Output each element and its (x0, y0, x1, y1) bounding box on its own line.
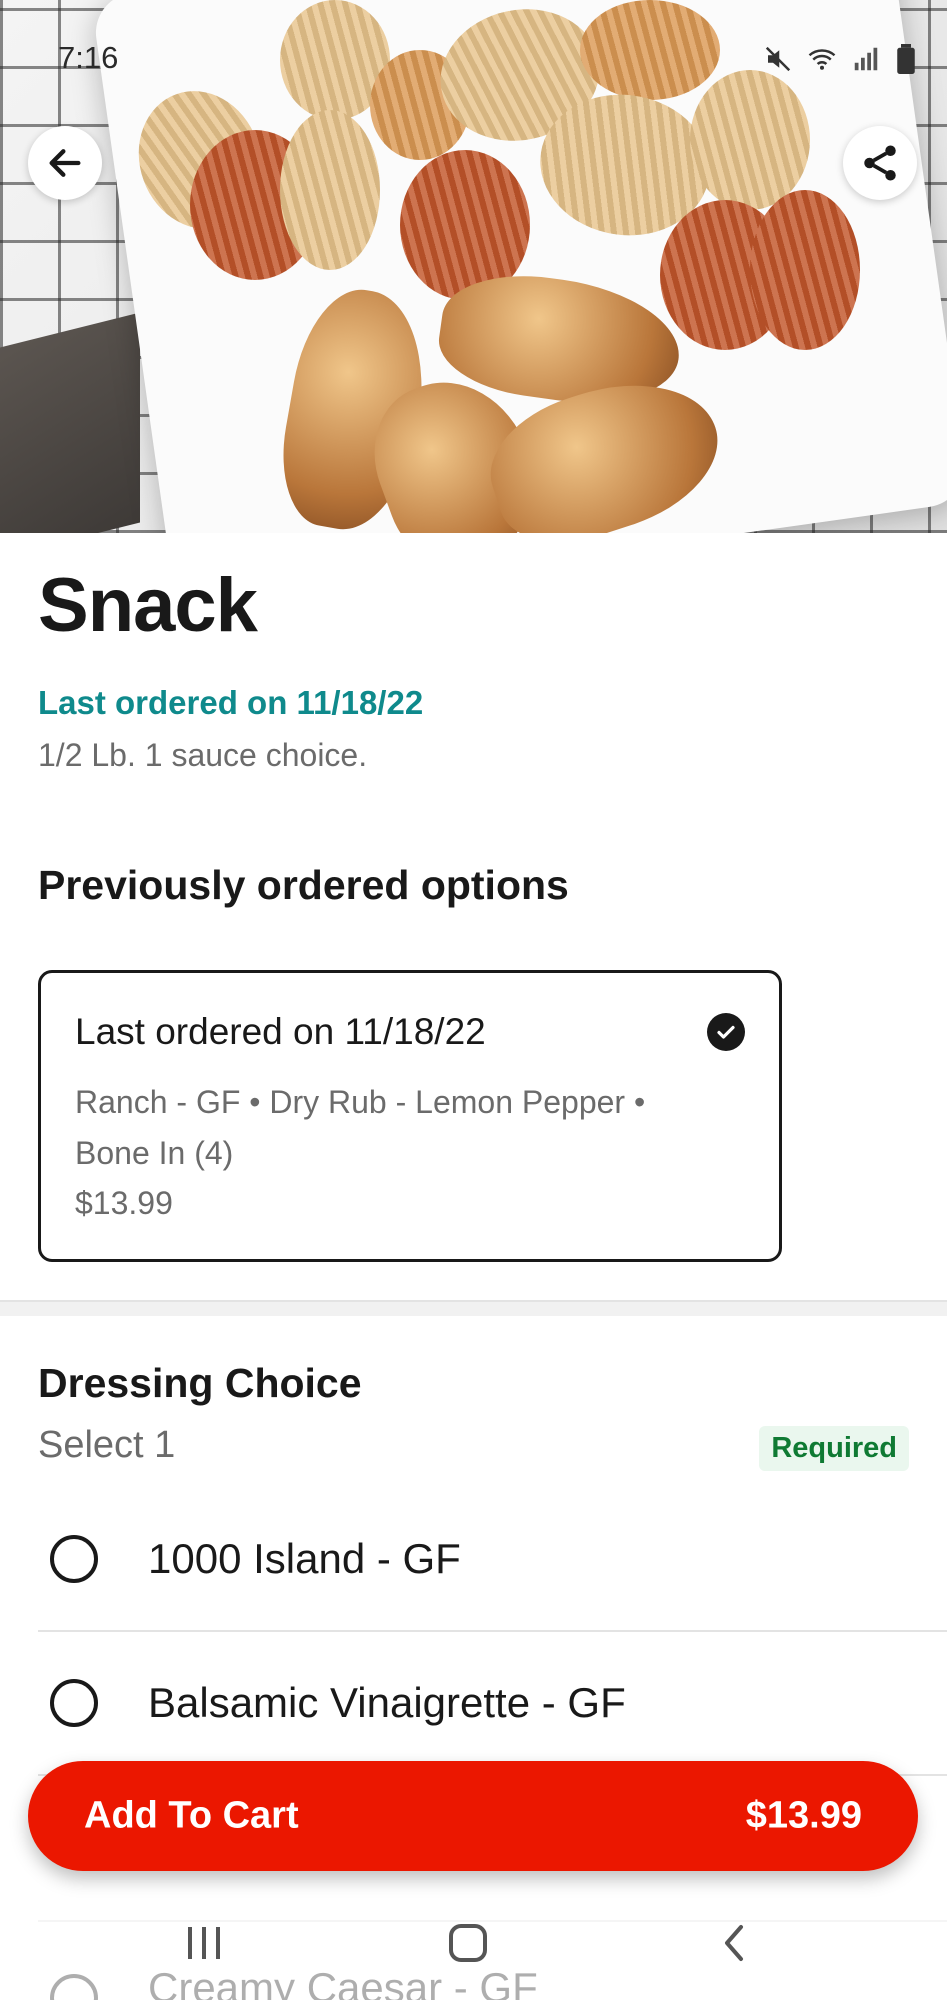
table-surface (0, 312, 140, 533)
recent-apps-button[interactable] (174, 1918, 234, 1968)
previous-options-heading: Previously ordered options (38, 862, 569, 908)
previous-option-card[interactable]: Last ordered on 11/18/22 Ranch - GF • Dr… (38, 970, 782, 1262)
previous-option-title: Last ordered on 11/18/22 (75, 1011, 486, 1052)
add-to-cart-label: Add To Cart (84, 1794, 299, 1837)
home-button[interactable] (438, 1918, 498, 1968)
status-time: 7:16 (58, 40, 119, 75)
item-title: Snack (38, 563, 258, 648)
last-ordered-label: Last ordered on 11/18/22 (38, 684, 424, 721)
hero-image: 7:16 (0, 0, 947, 533)
section-divider (0, 1300, 947, 1316)
system-back-button[interactable] (704, 1918, 764, 1968)
back-button[interactable] (28, 126, 102, 200)
share-button[interactable] (843, 126, 917, 200)
chip (690, 70, 810, 210)
radio-button[interactable] (50, 1535, 98, 1583)
mute-icon (763, 44, 793, 82)
add-to-cart-button[interactable]: Add To Cart $13.99 (28, 1761, 918, 1871)
radio-button[interactable] (50, 1679, 98, 1727)
status-bar: 7:16 (58, 40, 917, 80)
previous-option-details: Ranch - GF • Dry Rub - Lemon Pepper • Bo… (75, 1084, 646, 1171)
dressing-option-label: Balsamic Vinaigrette - GF (148, 1679, 626, 1726)
status-icons (763, 44, 917, 82)
dressing-option[interactable]: 1000 Island - GF (38, 1488, 947, 1632)
chip (280, 110, 380, 270)
chevron-left-icon (725, 1925, 743, 1961)
signal-icon (851, 44, 881, 82)
dressing-subheading: Select 1 (38, 1424, 176, 1466)
battery-icon (895, 44, 917, 82)
recent-apps-icon (188, 1927, 220, 1959)
share-icon (864, 145, 896, 181)
dressing-option-label: 1000 Island - GF (148, 1535, 461, 1582)
chip (750, 190, 860, 350)
home-icon (449, 1924, 487, 1962)
add-to-cart-price: $13.99 (745, 1794, 862, 1837)
arrow-left-icon (49, 149, 81, 177)
checkmark-icon (707, 1013, 745, 1051)
dressing-option[interactable]: Balsamic Vinaigrette - GF (38, 1632, 947, 1776)
item-description: 1/2 Lb. 1 sauce choice. (38, 737, 368, 773)
dressing-heading: Dressing Choice (38, 1360, 362, 1406)
wifi-icon (807, 44, 837, 82)
previous-option-price: $13.99 (75, 1185, 173, 1221)
system-nav-bar (0, 1900, 947, 2000)
required-badge: Required (759, 1426, 909, 1471)
